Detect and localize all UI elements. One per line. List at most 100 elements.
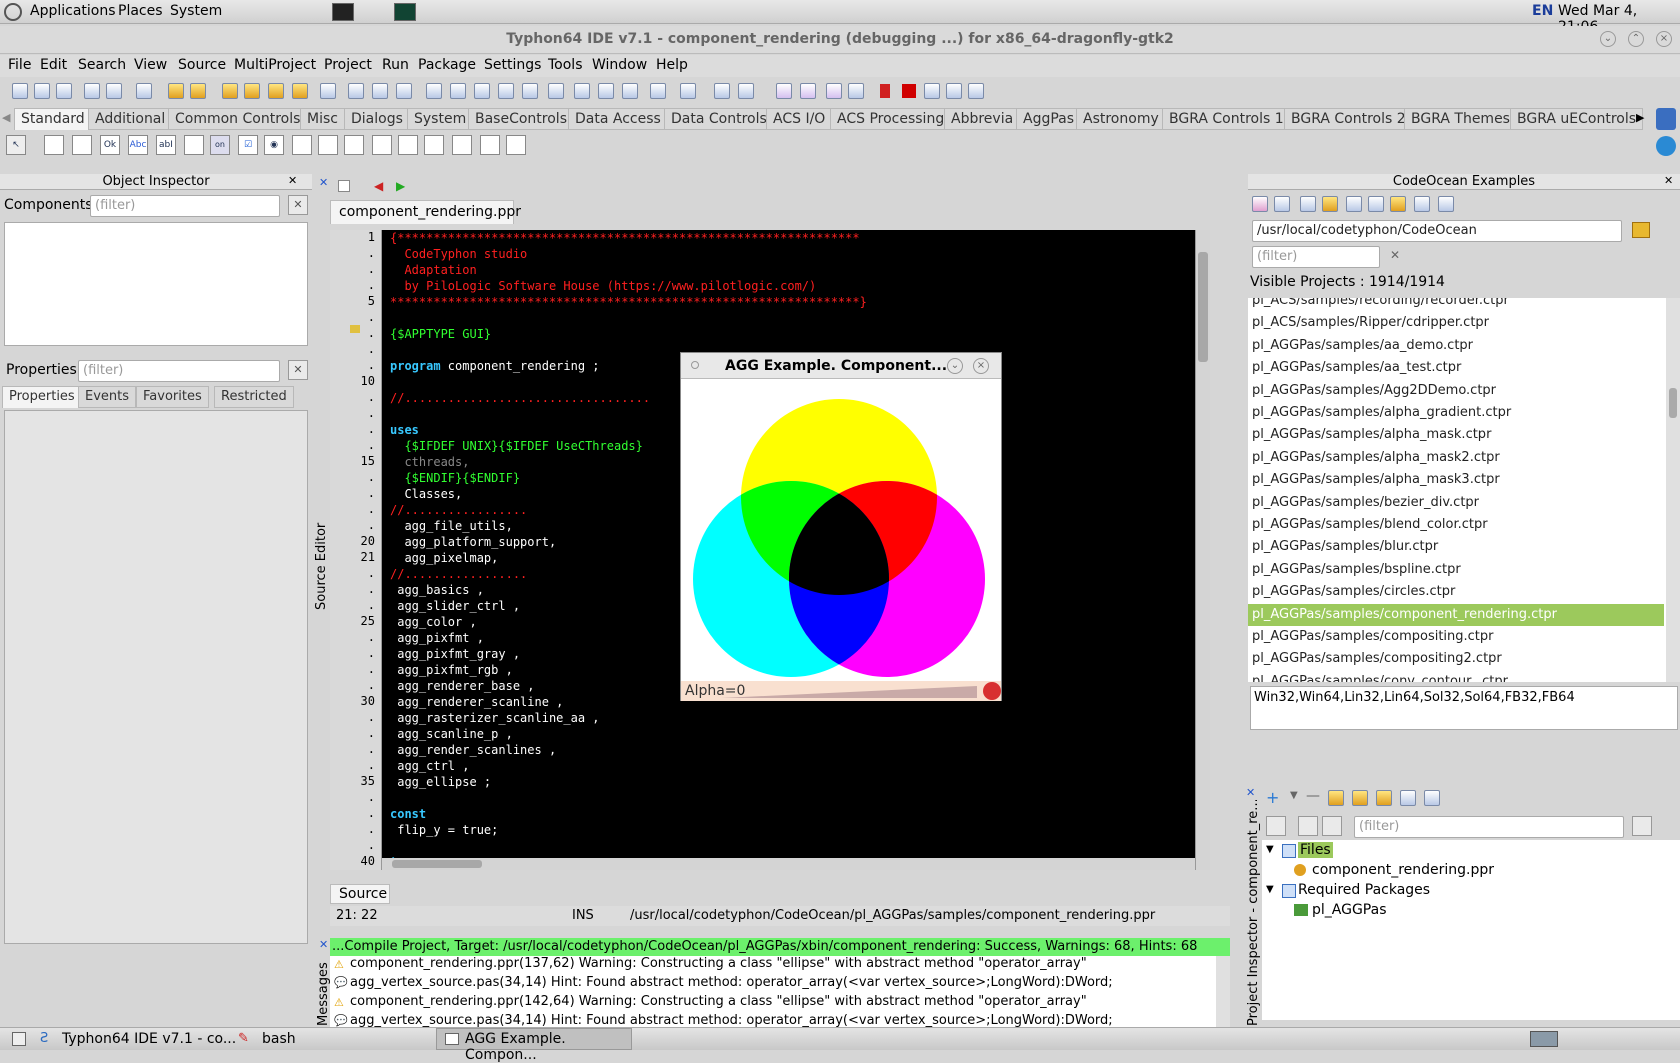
system-menu[interactable]: System — [170, 3, 222, 19]
palette-tab-basecontrols[interactable]: BaseControls — [468, 108, 574, 130]
palette-tab-system[interactable]: System — [407, 108, 474, 130]
browse-folder-icon[interactable] — [1632, 222, 1650, 238]
message-line[interactable]: agg_vertex_source.pas(34,14) Hint: Found… — [350, 1013, 1113, 1028]
editor-vscroll-thumb[interactable] — [1198, 252, 1208, 362]
tgroupbox-icon[interactable] — [372, 135, 392, 155]
code-line[interactable]: agg_scanline_p , — [390, 726, 513, 742]
save-all-icon[interactable] — [244, 83, 260, 99]
tactionlist-icon[interactable] — [506, 135, 526, 155]
tlabel-icon[interactable]: Abc — [128, 135, 148, 155]
packages-icon[interactable] — [498, 83, 514, 99]
code-line[interactable]: {$APPTYPE GUI} — [390, 326, 491, 342]
code-line[interactable]: Adaptation — [390, 262, 476, 278]
new-unit-icon[interactable] — [34, 83, 50, 99]
files-expand-icon[interactable]: ▼ — [1266, 844, 1274, 855]
examples-clear-filter-icon[interactable]: ✕ — [1390, 248, 1400, 262]
agg-close-icon[interactable]: × — [973, 358, 989, 374]
tmainmenu-icon[interactable] — [44, 135, 64, 155]
source-bottom-tab[interactable]: Source — [330, 884, 390, 904]
add-icon[interactable]: + — [1266, 788, 1279, 807]
alpha-slider[interactable]: Alpha=0 — [681, 681, 1001, 701]
clean-icon[interactable] — [474, 83, 490, 99]
toggle-form-icon[interactable] — [372, 83, 388, 99]
example-project-item[interactable]: pl_AGGPas/samples/bspline.ctpr — [1252, 559, 1461, 581]
code-line[interactable]: Classes, — [390, 486, 462, 502]
workspace-switcher[interactable] — [1530, 1031, 1558, 1047]
download-arrow-icon[interactable] — [1656, 136, 1676, 156]
tpopupmenu-icon[interactable] — [72, 135, 92, 155]
editor-close-icon[interactable]: ✕ — [319, 176, 328, 189]
code-line[interactable]: agg_renderer_base , — [390, 678, 534, 694]
pointer-tool-icon[interactable]: ↖ — [6, 135, 26, 155]
code-line[interactable]: {$IFDEF UNIX}{$IFDEF UseCThreads} — [390, 438, 642, 454]
packages-expand-icon[interactable]: ▼ — [1266, 884, 1274, 895]
menu-run[interactable]: Run — [382, 57, 409, 73]
terminal-launcher-icon[interactable] — [332, 3, 354, 21]
code-line[interactable]: ****************************************… — [390, 294, 867, 310]
palette-tab-abbrevia[interactable]: Abbrevia — [944, 108, 1021, 130]
palette-tab-bgra-uecontrols[interactable]: BGRA uEControls — [1510, 108, 1644, 130]
code-line[interactable]: CodeTyphon studio — [390, 246, 527, 262]
jump-forward-icon[interactable]: ▶ — [396, 179, 405, 193]
messages-scrollbar[interactable] — [1216, 956, 1230, 1028]
menu-help[interactable]: Help — [656, 57, 688, 73]
taskbar-item-typhon[interactable]: Typhon64 IDE v7.1 - co... — [62, 1031, 236, 1047]
tools-icon[interactable] — [650, 83, 666, 99]
example-project-item[interactable]: pl_AGGPas/samples/aa_demo.ctpr — [1252, 335, 1473, 357]
tmemo-icon[interactable] — [184, 135, 204, 155]
tradiogroup-icon[interactable] — [398, 135, 418, 155]
code-line[interactable]: flip_y = true; — [390, 822, 498, 838]
refresh-icon[interactable] — [1252, 196, 1268, 212]
editor-hscrollbar[interactable] — [382, 858, 1195, 870]
message-line[interactable]: component_rendering.ppr(137,62) Warning:… — [350, 956, 1087, 971]
tframe-icon[interactable] — [480, 135, 500, 155]
codeocean-path-input[interactable]: /usr/local/codetyphon/CodeOcean — [1252, 220, 1622, 242]
editor-hscroll-thumb[interactable] — [392, 860, 482, 868]
applications-menu[interactable]: Applications — [30, 3, 116, 19]
example-project-item[interactable]: pl_ACS/samples/Ripper/cdripper.ctpr — [1252, 312, 1489, 334]
properties-filter-input[interactable]: (filter) — [78, 360, 280, 382]
message-line[interactable]: agg_vertex_source.pas(34,14) Hint: Found… — [350, 975, 1113, 990]
jump-back-icon[interactable]: ◀ — [374, 179, 383, 193]
config-icon[interactable] — [598, 83, 614, 99]
sort-icon[interactable] — [1322, 816, 1342, 836]
menu-tools[interactable]: Tools — [548, 57, 583, 73]
example-project-item[interactable]: pl_AGGPas/samples/alpha_mask2.ctpr — [1252, 447, 1500, 469]
project-options-icon[interactable] — [396, 83, 412, 99]
components-icon[interactable] — [522, 83, 538, 99]
code-line[interactable]: agg_slider_ctrl , — [390, 598, 520, 614]
compile-result[interactable]: ...Compile Project, Target: /usr/local/c… — [330, 938, 1230, 956]
minimize-icon[interactable]: ⌄ — [1600, 31, 1616, 47]
tree-view-toggle-icon[interactable] — [1266, 816, 1286, 836]
code-line[interactable]: agg_color , — [390, 614, 476, 630]
oi-tab-events[interactable]: Events — [78, 386, 137, 408]
code-line[interactable]: const — [390, 806, 426, 822]
options-icon[interactable] — [1328, 790, 1344, 806]
build-all-icon[interactable] — [450, 83, 466, 99]
debug-config-icon[interactable] — [800, 83, 816, 99]
save-icon[interactable] — [222, 83, 238, 99]
code-line[interactable]: {$ENDIF}{$ENDIF} — [390, 470, 520, 486]
code-line[interactable]: agg_basics , — [390, 582, 484, 598]
menu-window[interactable]: Window — [592, 57, 647, 73]
close-icon[interactable]: × — [1656, 31, 1672, 47]
menu-package[interactable]: Package — [418, 57, 476, 73]
oi-tab-favorites[interactable]: Favorites — [136, 386, 209, 408]
tscrollbar-icon[interactable] — [344, 135, 364, 155]
palette-tab-bgra-controls-2[interactable]: BGRA Controls 2 — [1284, 108, 1413, 130]
ide-options-icon[interactable] — [622, 83, 638, 99]
code-line[interactable]: agg_ctrl , — [390, 758, 469, 774]
tcombobox-icon[interactable] — [318, 135, 338, 155]
code-line[interactable]: agg_file_utils, — [390, 518, 512, 534]
example-list-scroll-thumb[interactable] — [1669, 388, 1677, 418]
example-project-item[interactable]: pl_AGGPas/samples/alpha_gradient.ctpr — [1252, 402, 1511, 424]
menu-multiproject[interactable]: MultiProject — [234, 57, 316, 73]
components-filter-input[interactable]: (filter) — [90, 195, 280, 217]
palette-tab-data-controls[interactable]: Data Controls — [664, 108, 774, 130]
example-project-list[interactable]: pl_ACS/samples/recording/recorder.ctpr pl… — [1248, 298, 1666, 682]
bookmark-icon[interactable] — [680, 83, 696, 99]
tradiobutton-icon[interactable]: ◉ — [264, 135, 284, 155]
menu-view[interactable]: View — [134, 57, 167, 73]
compile-package-icon[interactable] — [1352, 790, 1368, 806]
build-all-examples-icon[interactable] — [1368, 196, 1384, 212]
